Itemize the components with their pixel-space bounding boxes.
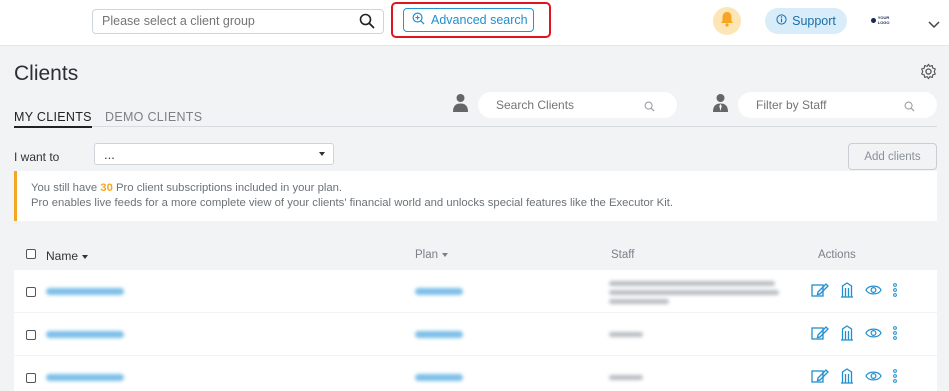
edit-icon[interactable] <box>811 282 829 298</box>
building-icon[interactable] <box>840 368 854 384</box>
eye-icon[interactable] <box>865 284 882 296</box>
client-name-redacted[interactable] <box>46 374 124 381</box>
notice-count: 30 <box>100 182 113 194</box>
plan-redacted[interactable] <box>415 331 463 338</box>
row-checkbox[interactable] <box>26 287 36 297</box>
column-plan-label: Plan <box>415 249 439 261</box>
search-icon[interactable] <box>904 99 915 117</box>
sort-icon <box>82 254 89 259</box>
page-title: Clients <box>14 62 79 85</box>
select-all-checkbox[interactable] <box>26 249 36 259</box>
search-icon[interactable] <box>359 13 375 34</box>
client-group-select[interactable] <box>92 9 384 34</box>
filter-staff-input[interactable] <box>756 98 886 112</box>
i-want-to-dropdown[interactable]: ... <box>94 143 334 165</box>
add-clients-button[interactable]: Add clients <box>848 143 937 170</box>
row-actions <box>811 368 897 384</box>
staff-redacted <box>609 375 643 380</box>
eye-icon[interactable] <box>865 327 882 339</box>
plan-redacted[interactable] <box>415 288 463 295</box>
i-want-to-label: I want to <box>14 150 60 164</box>
search-clients-field[interactable] <box>478 92 677 118</box>
search-icon[interactable] <box>644 99 655 117</box>
logo-text: YOUR LOGO <box>877 15 890 25</box>
eye-icon[interactable] <box>865 370 882 382</box>
support-label: Support <box>792 14 836 28</box>
client-group-input[interactable] <box>102 14 352 28</box>
logo-mark-icon <box>871 17 876 23</box>
row-checkbox[interactable] <box>26 373 36 383</box>
column-actions: Actions <box>818 249 856 261</box>
gear-icon[interactable] <box>920 63 937 85</box>
notice-line-2: Pro enables live feeds for a more comple… <box>31 197 674 209</box>
client-name-redacted[interactable] <box>46 331 124 338</box>
bell-icon <box>720 11 734 32</box>
caret-down-icon <box>319 152 325 156</box>
column-staff: Staff <box>611 249 635 261</box>
edit-icon[interactable] <box>811 368 829 384</box>
advanced-search-button[interactable]: Advanced search <box>403 8 534 32</box>
dropdown-value: ... <box>104 147 115 162</box>
table-row <box>14 356 937 391</box>
top-bar: Advanced search Support YOUR LOGO <box>0 0 949 46</box>
table-header: Name Plan Staff Actions <box>14 246 937 268</box>
column-name[interactable]: Name <box>46 249 89 263</box>
notifications-button[interactable] <box>713 7 741 35</box>
sort-icon <box>442 252 449 257</box>
row-actions <box>811 282 897 298</box>
more-options-icon[interactable] <box>893 283 897 297</box>
info-icon <box>776 14 787 28</box>
row-actions <box>811 325 897 341</box>
edit-icon[interactable] <box>811 325 829 341</box>
subscription-notice: You still have 30 Pro client subscriptio… <box>14 171 937 221</box>
support-button[interactable]: Support <box>765 8 847 34</box>
table-row <box>14 313 937 355</box>
building-icon[interactable] <box>840 325 854 341</box>
staff-icon <box>712 93 729 117</box>
chevron-down-icon[interactable] <box>928 16 940 34</box>
staff-redacted <box>609 332 643 337</box>
user-icon <box>452 93 469 117</box>
more-options-icon[interactable] <box>893 326 897 340</box>
notice-text-pre: You still have <box>31 182 101 194</box>
row-checkbox[interactable] <box>26 330 36 340</box>
column-plan[interactable]: Plan <box>415 249 449 261</box>
building-icon[interactable] <box>840 282 854 298</box>
notice-text-post: Pro client subscriptions included in you… <box>112 182 343 194</box>
zoom-plus-icon <box>412 12 425 28</box>
staff-redacted <box>609 299 669 304</box>
advanced-search-label: Advanced search <box>431 13 528 27</box>
table-row <box>14 270 937 312</box>
column-name-label: Name <box>46 249 79 263</box>
company-logo: YOUR LOGO <box>871 15 901 25</box>
advanced-search-highlight: Advanced search <box>391 2 551 38</box>
tab-demo-clients[interactable]: DEMO CLIENTS <box>105 110 202 126</box>
notice-line-1: You still have 30 Pro client subscriptio… <box>31 182 342 194</box>
tab-my-clients[interactable]: MY CLIENTS <box>14 110 92 128</box>
client-name-redacted[interactable] <box>46 288 124 295</box>
search-clients-input[interactable] <box>496 98 626 112</box>
staff-redacted <box>609 290 779 295</box>
filter-staff-field[interactable] <box>738 92 937 118</box>
staff-redacted <box>609 281 775 286</box>
more-options-icon[interactable] <box>893 369 897 383</box>
plan-redacted[interactable] <box>415 374 463 381</box>
